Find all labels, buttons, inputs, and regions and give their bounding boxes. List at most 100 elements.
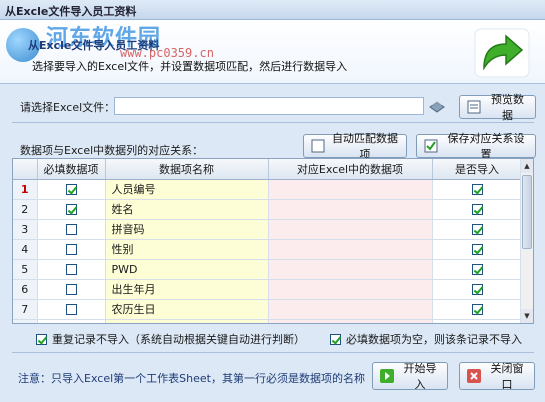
mapping-grid[interactable]: 必填数据项 数据项名称 对应Excel中的数据项 是否导入 1 人员编号 2 姓名 3 拼… (12, 158, 534, 324)
required-checkbox[interactable] (65, 304, 77, 315)
required-cell[interactable] (37, 299, 106, 320)
excel-column-cell[interactable] (268, 239, 433, 260)
import-cell[interactable] (432, 259, 523, 280)
required-cell[interactable] (37, 239, 106, 260)
item-name-cell[interactable]: 性别 (105, 239, 269, 260)
item-name-cell[interactable]: 姓名 (105, 199, 269, 220)
required-cell[interactable] (37, 179, 106, 200)
row-number: 3 (13, 219, 38, 240)
preview-data-label: 预览数据 (491, 93, 524, 122)
auto-match-button[interactable]: 自动匹配数据项 (303, 132, 407, 161)
required-checkbox[interactable] (65, 204, 77, 215)
import-cell[interactable] (432, 199, 523, 220)
preview-icon (467, 100, 481, 114)
item-name-cell[interactable]: 人员编号 (105, 179, 269, 200)
column-header[interactable]: 是否导入 (432, 159, 523, 180)
import-checkbox[interactable] (471, 304, 483, 315)
excel-column-cell[interactable] (268, 179, 433, 200)
file-select-label: 请选择Excel文件： (20, 101, 116, 114)
column-header[interactable]: 数据项名称 (105, 159, 269, 180)
scroll-down-icon[interactable]: ▼ (521, 309, 533, 323)
excel-column-cell[interactable] (268, 219, 433, 240)
file-path-input[interactable] (114, 97, 424, 115)
row-number: 2 (13, 199, 38, 220)
excel-column-cell[interactable] (268, 279, 433, 300)
required-cell[interactable] (37, 199, 106, 220)
close-icon (467, 369, 481, 383)
excel-column-cell[interactable] (268, 319, 433, 323)
preview-data-button[interactable]: 预览数据 (459, 93, 536, 122)
divider (12, 352, 534, 353)
header-description: 选择要导入的Excel文件，并设置数据项匹配，然后进行数据导入 (32, 60, 348, 73)
required-checkbox[interactable] (65, 284, 77, 295)
scrollbar-thumb[interactable] (522, 175, 532, 249)
skip-duplicates-checkbox[interactable] (36, 333, 47, 345)
item-name-cell[interactable]: 拼音码 (105, 219, 269, 240)
import-cell[interactable] (432, 319, 523, 323)
table-row[interactable]: 5 PWD (13, 259, 523, 280)
item-name-cell[interactable]: PWD (105, 259, 269, 280)
item-name-cell[interactable]: 职务/岗位 (105, 319, 269, 323)
footer: 注意：只导入Excel第一个工作表Sheet，其第一行必须是数据项的名称 开始导… (0, 356, 545, 402)
required-cell[interactable] (37, 319, 106, 323)
table-row[interactable]: 1 人员编号 (13, 179, 523, 200)
header-banner: 河东软件园 www.pc0359.cn 从Excle文件导入员工资料 选择要导入… (0, 20, 545, 84)
skip-duplicates-label: 重复记录不导入（系统自动根据关键自动进行判断） (52, 333, 305, 346)
start-import-label: 开始导入 (403, 362, 437, 391)
item-name-cell[interactable]: 出生年月 (105, 279, 269, 300)
table-row[interactable]: 2 姓名 (13, 199, 523, 220)
auto-match-icon (311, 139, 325, 153)
column-header (13, 159, 38, 180)
column-header[interactable]: 对应Excel中的数据项 (268, 159, 433, 180)
required-checkbox[interactable] (65, 264, 77, 275)
import-cell[interactable] (432, 219, 523, 240)
window-title: 从Excle文件导入员工资料 (5, 5, 137, 18)
import-cell[interactable] (432, 299, 523, 320)
excel-column-cell[interactable] (268, 259, 433, 280)
required-cell[interactable] (37, 279, 106, 300)
table-row[interactable]: 7 农历生日 (13, 299, 523, 320)
required-checkbox[interactable] (65, 224, 77, 235)
required-cell[interactable] (37, 259, 106, 280)
start-import-button[interactable]: 开始导入 (372, 362, 448, 391)
vertical-scrollbar[interactable]: ▲ ▼ (520, 159, 533, 323)
row-number: 6 (13, 279, 38, 300)
excel-column-cell[interactable] (268, 199, 433, 220)
mapping-table: 必填数据项 数据项名称 对应Excel中的数据项 是否导入 1 人员编号 2 姓名 3 拼… (13, 159, 523, 323)
required-checkbox[interactable] (65, 244, 77, 255)
row-number: 4 (13, 239, 38, 260)
table-row[interactable]: 3 拼音码 (13, 219, 523, 240)
item-name-cell[interactable]: 农历生日 (105, 299, 269, 320)
row-number: 5 (13, 259, 38, 280)
column-header[interactable]: 必填数据项 (37, 159, 106, 180)
save-mapping-icon (424, 139, 438, 153)
import-cell[interactable] (432, 179, 523, 200)
import-checkbox[interactable] (471, 264, 483, 275)
import-checkbox[interactable] (471, 244, 483, 255)
import-checkbox[interactable] (471, 204, 483, 215)
mapping-label: 数据项与Excel中数据列的对应关系： (20, 144, 204, 157)
skip-empty-required-checkbox[interactable] (330, 333, 341, 345)
save-mapping-button[interactable]: 保存对应关系设置 (416, 132, 536, 161)
scroll-up-icon[interactable]: ▲ (521, 159, 533, 173)
excel-column-cell[interactable] (268, 299, 433, 320)
close-window-button[interactable]: 关闭窗口 (459, 362, 535, 391)
skip-empty-required-option[interactable]: 必填数据项为空，则该条记录不导入 (330, 331, 522, 347)
skip-duplicates-option[interactable]: 重复记录不导入（系统自动根据关键自动进行判断） (36, 331, 305, 347)
required-cell[interactable] (37, 219, 106, 240)
row-number: 8 (13, 319, 38, 323)
row-number: 7 (13, 299, 38, 320)
import-checkbox[interactable] (471, 284, 483, 295)
table-header-row: 必填数据项 数据项名称 对应Excel中的数据项 是否导入 (13, 159, 523, 180)
options-row: 重复记录不导入（系统自动根据关键自动进行判断） 必填数据项为空，则该条记录不导入 (0, 329, 545, 347)
import-checkbox[interactable] (471, 184, 483, 195)
table-row[interactable]: 8 职务/岗位 (13, 319, 523, 323)
table-row[interactable]: 4 性别 (13, 239, 523, 260)
import-cell[interactable] (432, 279, 523, 300)
import-cell[interactable] (432, 239, 523, 260)
divider (12, 122, 534, 123)
browse-file-icon[interactable] (428, 98, 446, 114)
table-row[interactable]: 6 出生年月 (13, 279, 523, 300)
required-checkbox[interactable] (65, 184, 77, 195)
import-checkbox[interactable] (471, 224, 483, 235)
